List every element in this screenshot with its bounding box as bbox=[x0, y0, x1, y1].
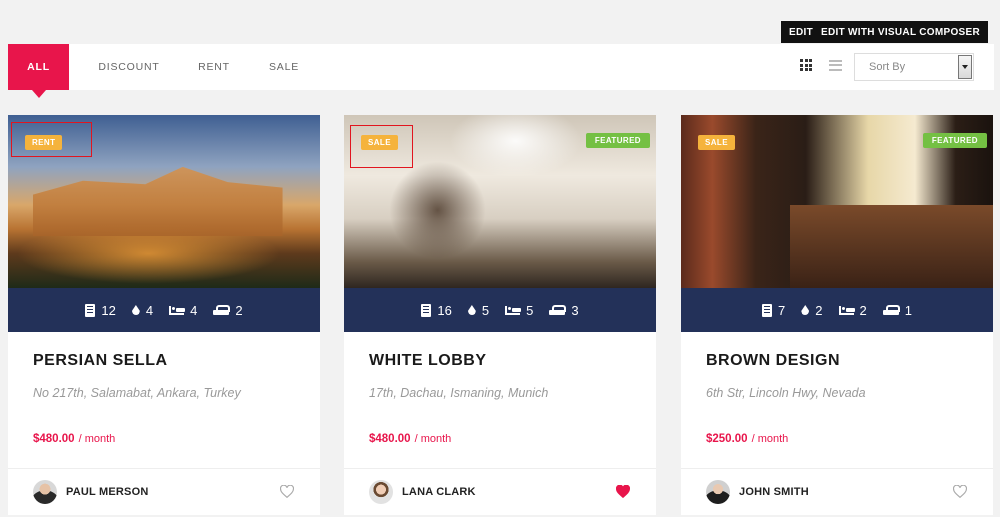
car-icon bbox=[213, 304, 231, 316]
agent-footer: PAUL MERSON bbox=[8, 468, 320, 515]
sort-by-select[interactable]: Sort By bbox=[854, 53, 974, 81]
tab-discount[interactable]: DISCOUNT bbox=[79, 44, 179, 90]
edit-button[interactable]: EDIT bbox=[789, 27, 813, 38]
property-stats: 16 5 5 3 bbox=[344, 288, 656, 332]
featured-badge: FEATURED bbox=[922, 133, 987, 148]
property-price: $250.00 bbox=[706, 433, 748, 445]
rooms-count: 12 bbox=[101, 302, 116, 318]
beds-count: 2 bbox=[859, 302, 867, 318]
avatar[interactable] bbox=[706, 480, 730, 504]
building-icon bbox=[421, 303, 432, 317]
featured-badge: FEATURED bbox=[585, 133, 650, 148]
agent-name[interactable]: LANA CLARK bbox=[402, 486, 476, 498]
highlight-box bbox=[11, 122, 92, 157]
baths-count: 4 bbox=[145, 302, 154, 318]
property-stats: 12 4 4 2 bbox=[8, 288, 320, 332]
car-icon bbox=[882, 304, 900, 316]
heart-filled-icon[interactable] bbox=[616, 485, 630, 498]
sort-by-label: Sort By bbox=[869, 61, 906, 73]
beds-count: 5 bbox=[526, 302, 534, 318]
agent-footer: JOHN SMITH bbox=[681, 468, 993, 515]
price-period: / month bbox=[751, 433, 789, 445]
property-stats: 7 2 2 1 bbox=[681, 288, 993, 332]
property-price: $480.00 bbox=[33, 433, 75, 445]
rooms-count: 7 bbox=[778, 302, 786, 318]
garages-count: 1 bbox=[904, 302, 912, 318]
property-address: 6th Str, Lincoln Hwy, Nevada bbox=[706, 386, 866, 400]
property-title[interactable]: PERSIAN SELLA bbox=[33, 352, 295, 370]
property-photo[interactable]: RENT bbox=[8, 115, 320, 288]
water-drop-icon bbox=[801, 305, 810, 315]
bed-icon bbox=[838, 305, 855, 315]
avatar[interactable] bbox=[33, 480, 57, 504]
edit-visual-composer-button[interactable]: EDIT WITH VISUAL COMPOSER bbox=[821, 27, 980, 38]
highlight-box bbox=[350, 125, 413, 168]
edit-bar: EDIT EDIT WITH VISUAL COMPOSER bbox=[781, 21, 988, 43]
property-price: $480.00 bbox=[369, 433, 411, 445]
price-period: / month bbox=[78, 433, 116, 445]
agent-name[interactable]: JOHN SMITH bbox=[739, 486, 809, 498]
tab-rent[interactable]: RENT bbox=[179, 44, 249, 90]
property-title[interactable]: BROWN DESIGN bbox=[706, 352, 968, 370]
status-badge: SALE bbox=[698, 135, 735, 150]
baths-count: 2 bbox=[815, 302, 823, 318]
view-toggle bbox=[800, 59, 842, 71]
water-drop-icon bbox=[467, 305, 476, 315]
bed-icon bbox=[505, 305, 522, 315]
chevron-down-icon[interactable] bbox=[958, 55, 972, 79]
garages-count: 2 bbox=[235, 302, 243, 318]
listing-card[interactable]: RENT 12 4 4 2 PERSIAN SELLA No 217th, Sa… bbox=[8, 115, 320, 515]
agent-footer: LANA CLARK bbox=[344, 468, 656, 515]
rooms-count: 16 bbox=[437, 302, 452, 318]
property-photo[interactable]: SALE FEATURED bbox=[344, 115, 656, 288]
agent-name[interactable]: PAUL MERSON bbox=[66, 486, 148, 498]
price-period: / month bbox=[414, 433, 452, 445]
tab-sale[interactable]: SALE bbox=[249, 44, 319, 90]
building-icon bbox=[762, 303, 773, 317]
property-address: 17th, Dachau, Ismaning, Munich bbox=[369, 386, 549, 400]
avatar[interactable] bbox=[369, 480, 393, 504]
property-photo[interactable]: SALE FEATURED bbox=[681, 115, 993, 288]
building-icon bbox=[85, 303, 96, 317]
property-title[interactable]: WHITE LOBBY bbox=[369, 352, 631, 370]
baths-count: 5 bbox=[481, 302, 490, 318]
property-address: No 217th, Salamabat, Ankara, Turkey bbox=[33, 386, 241, 400]
beds-count: 4 bbox=[190, 302, 198, 318]
heart-outline-icon[interactable] bbox=[280, 485, 294, 498]
bed-icon bbox=[169, 305, 186, 315]
list-view-icon[interactable] bbox=[829, 59, 842, 71]
listing-card[interactable]: SALE FEATURED 16 5 5 3 WHITE LOBBY 17th,… bbox=[344, 115, 656, 515]
car-icon bbox=[549, 304, 567, 316]
listing-card[interactable]: SALE FEATURED 7 2 2 1 BROWN DESIGN 6th S… bbox=[681, 115, 993, 515]
garages-count: 3 bbox=[571, 302, 579, 318]
water-drop-icon bbox=[131, 305, 140, 315]
grid-view-icon[interactable] bbox=[800, 59, 813, 71]
tab-all[interactable]: ALL bbox=[8, 44, 69, 98]
heart-outline-icon[interactable] bbox=[953, 485, 967, 498]
filter-bar: ALL DISCOUNT RENT SALE Sort By bbox=[8, 44, 994, 98]
